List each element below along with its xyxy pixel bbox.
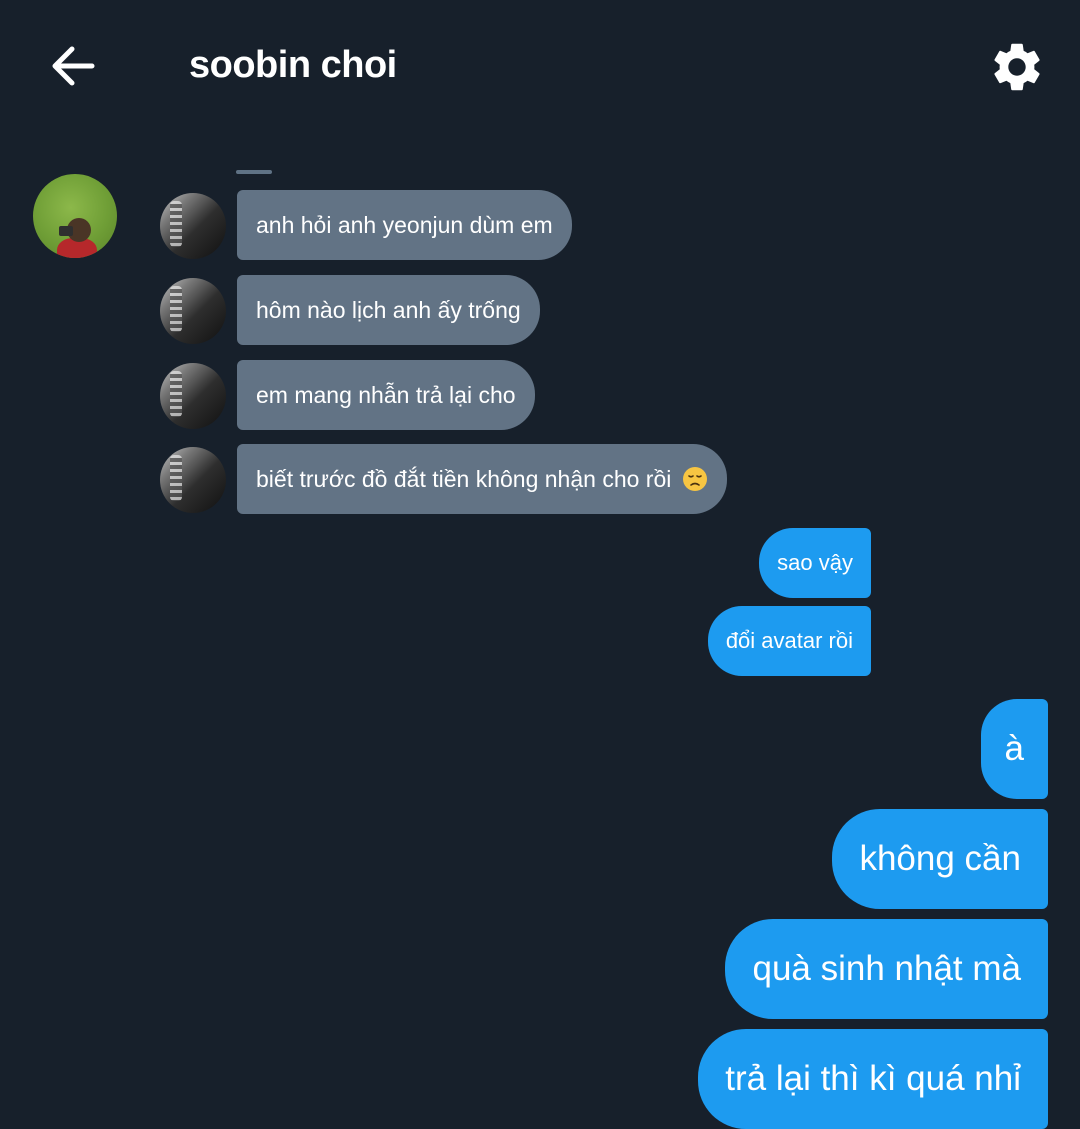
incoming-message[interactable]: em mang nhẫn trả lại cho <box>237 360 535 430</box>
outgoing-message[interactable]: quà sinh nhật mà <box>725 919 1048 1019</box>
message-text: không cần <box>859 839 1021 878</box>
previous-message-edge <box>236 170 272 174</box>
incoming-message[interactable]: biết trước đồ đắt tiền không nhận cho rồ… <box>237 444 727 514</box>
chat-screen: soobin choi anh hỏi anh yeonjun dùm em h… <box>0 0 1080 1129</box>
outgoing-message[interactable]: không cần <box>832 809 1048 909</box>
sender-avatar[interactable] <box>160 278 226 344</box>
sender-avatar[interactable] <box>160 447 226 513</box>
message-text: biết trước đồ đắt tiền không nhận cho rồ… <box>256 466 672 492</box>
outgoing-message[interactable]: à <box>980 699 1048 799</box>
message-text: sao vậy <box>777 550 853 575</box>
outgoing-message[interactable]: sao vậy <box>759 528 871 598</box>
disappointed-face-emoji <box>682 466 707 491</box>
message-text: đổi avatar rồi <box>725 628 853 653</box>
chat-title[interactable]: soobin choi <box>189 44 397 87</box>
incoming-message[interactable]: anh hỏi anh yeonjun dùm em <box>237 190 572 260</box>
back-button[interactable] <box>48 40 100 92</box>
arrow-left-icon <box>52 46 95 86</box>
message-text: anh hỏi anh yeonjun dùm em <box>256 212 553 238</box>
incoming-message[interactable]: hôm nào lịch anh ấy trống <box>237 275 540 345</box>
profile-avatar[interactable] <box>33 174 117 258</box>
gear-icon <box>994 43 1040 91</box>
outgoing-message[interactable]: trả lại thì kì quá nhỉ <box>698 1029 1048 1129</box>
avatar-figure-camera <box>59 226 73 236</box>
sender-avatar[interactable] <box>160 363 226 429</box>
sender-avatar[interactable] <box>160 193 226 259</box>
message-text: à <box>1004 729 1024 768</box>
outgoing-message[interactable]: đổi avatar rồi <box>707 606 871 676</box>
message-text: quà sinh nhật mà <box>752 949 1021 988</box>
message-text: hôm nào lịch anh ấy trống <box>256 297 521 323</box>
message-text: trả lại thì kì quá nhỉ <box>725 1059 1021 1098</box>
settings-button[interactable] <box>988 38 1046 96</box>
message-text: em mang nhẫn trả lại cho <box>256 382 516 408</box>
